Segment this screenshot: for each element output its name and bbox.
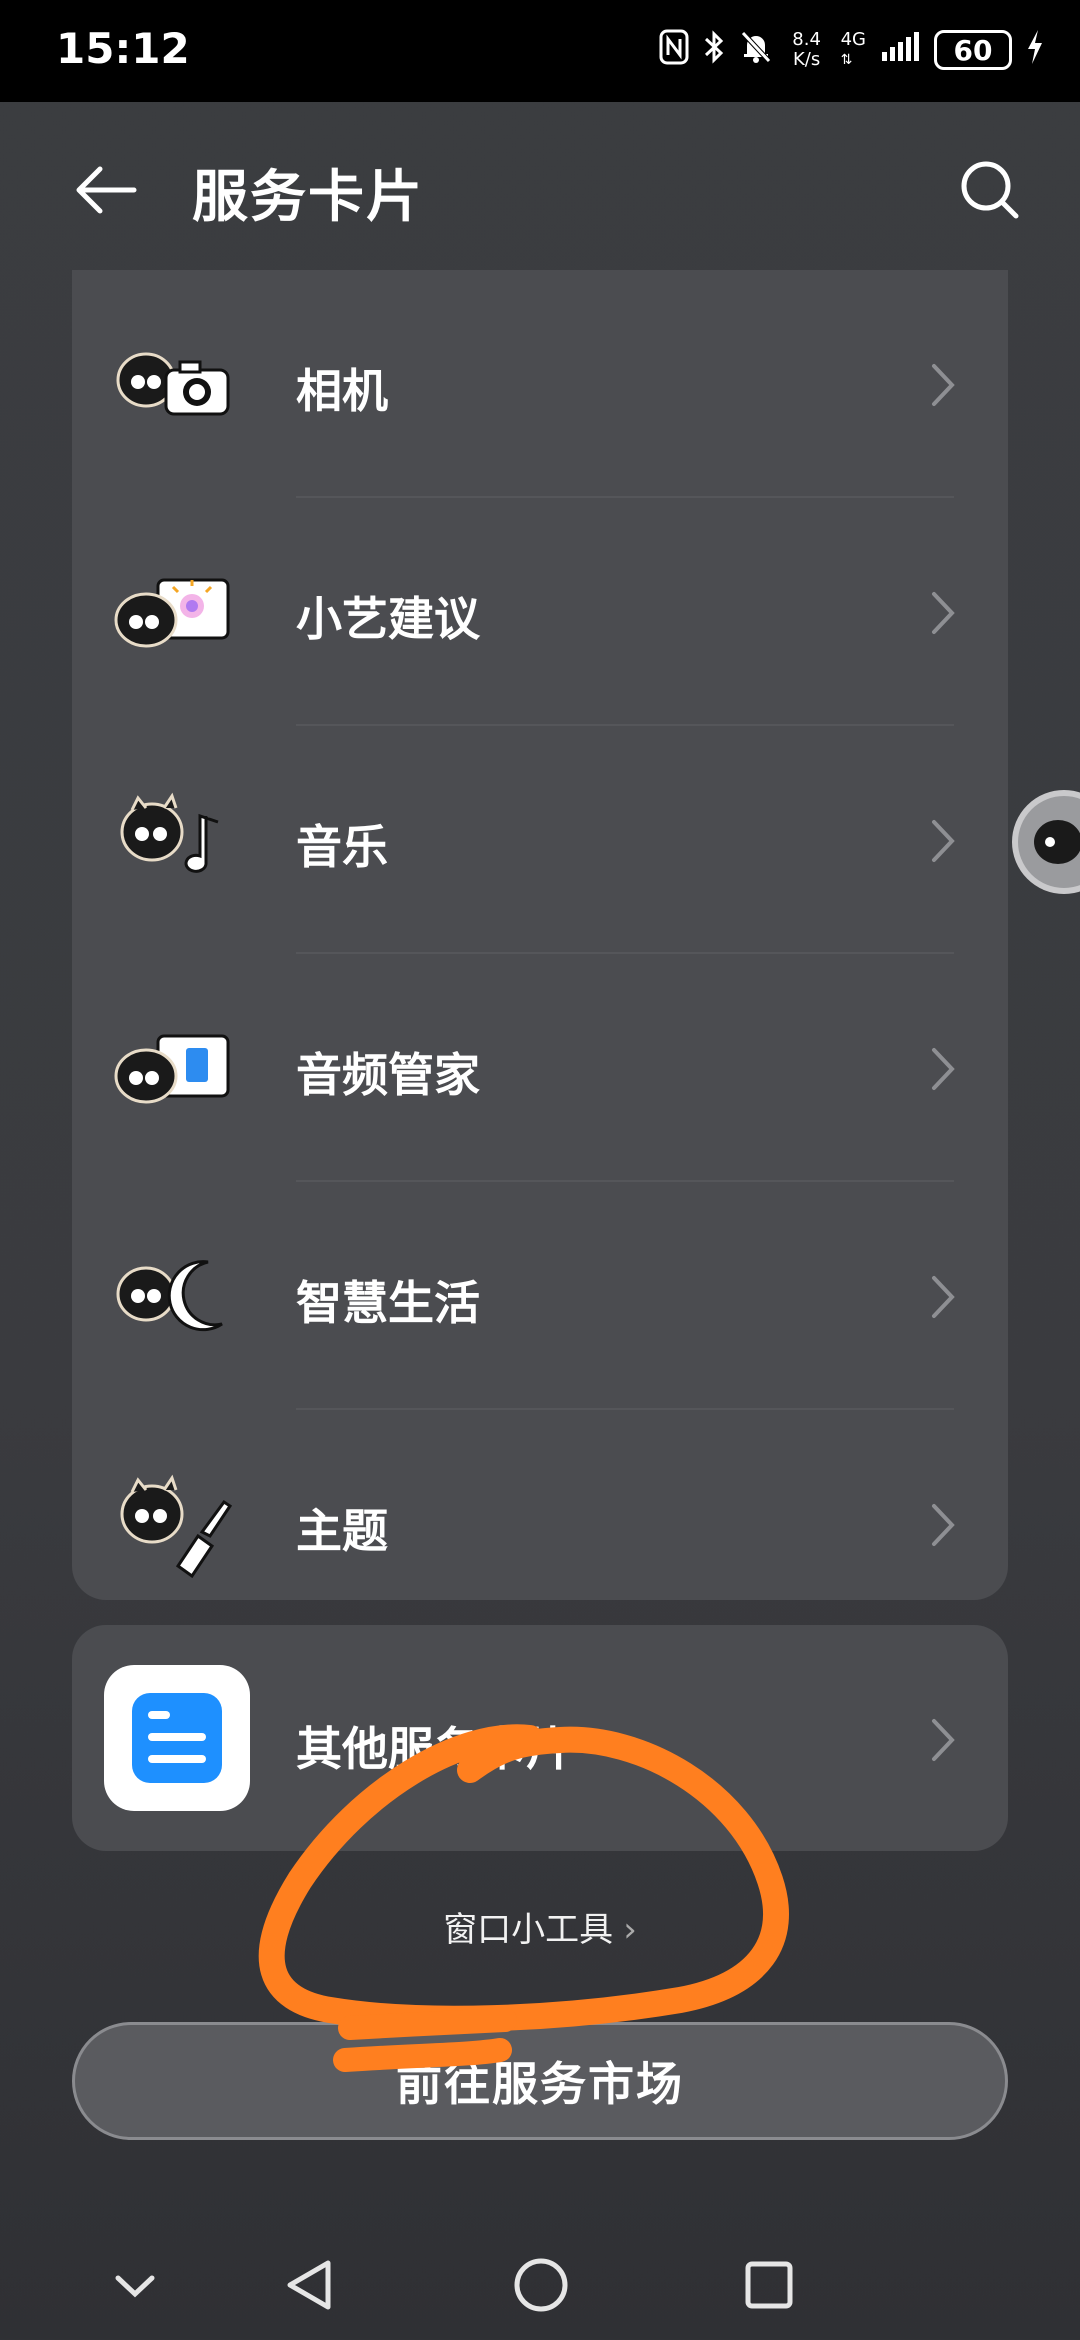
assistant-avatar-icon bbox=[1034, 820, 1080, 864]
status-icons: 8.4 K/s 4G ⇅ 60 bbox=[659, 22, 1044, 78]
floating-assistant-ball[interactable] bbox=[1012, 790, 1080, 894]
item-label: 音乐 bbox=[296, 820, 388, 874]
list-item-theme[interactable]: 主题 bbox=[72, 1410, 1008, 1638]
widget-link-label: 窗口小工具 bbox=[443, 1910, 614, 1950]
widget-tools-link[interactable]: 窗口小工具 › bbox=[0, 1902, 1080, 1951]
square-recents-icon bbox=[745, 2261, 793, 2309]
list-item-smart-life[interactable]: 智慧生活 bbox=[72, 1182, 1008, 1410]
item-label: 小艺建议 bbox=[296, 592, 480, 646]
signal-icon bbox=[880, 32, 920, 68]
other-service-cards[interactable]: 其他服务卡片 bbox=[72, 1625, 1008, 1851]
navigation-bar bbox=[0, 2210, 1080, 2340]
camera-icon bbox=[108, 330, 238, 440]
list-item-camera[interactable]: 相机 bbox=[72, 270, 1008, 498]
bluetooth-icon bbox=[703, 29, 725, 71]
circle-home-icon bbox=[514, 2258, 568, 2312]
document-app-icon bbox=[104, 1665, 250, 1811]
nav-home-button[interactable] bbox=[506, 2250, 576, 2320]
music-icon bbox=[108, 786, 238, 896]
search-button[interactable] bbox=[948, 148, 1032, 232]
chevron-right-icon bbox=[932, 1276, 955, 1318]
status-bar: 15:12 8.4 K/s 4G ⇅ 60 bbox=[0, 0, 1080, 102]
net-speed: 8.4 K/s bbox=[792, 29, 821, 70]
go-to-service-market-button[interactable]: 前往服务市场 bbox=[72, 2022, 1008, 2140]
search-icon bbox=[961, 161, 1019, 219]
item-label: 音频管家 bbox=[296, 1048, 480, 1102]
nav-recents-button[interactable] bbox=[734, 2250, 804, 2320]
list-item-audio-manager[interactable]: 音频管家 bbox=[72, 954, 1008, 1182]
chevron-right-icon bbox=[932, 1719, 955, 1761]
charging-icon bbox=[1026, 30, 1044, 70]
nav-collapse-button[interactable] bbox=[100, 2250, 170, 2320]
chevron-right-icon bbox=[932, 820, 955, 862]
battery-level: 60 bbox=[934, 30, 1012, 70]
back-button[interactable] bbox=[66, 150, 146, 230]
smart-life-icon bbox=[108, 1242, 238, 1352]
page-title: 服务卡片 bbox=[192, 165, 424, 230]
nfc-icon bbox=[659, 29, 689, 71]
item-label: 相机 bbox=[296, 364, 388, 418]
item-label: 其他服务卡片 bbox=[296, 1722, 572, 1776]
status-time: 15:12 bbox=[56, 24, 190, 73]
chevron-right-icon bbox=[932, 364, 955, 406]
mute-bell-icon bbox=[739, 29, 773, 71]
triangle-back-icon bbox=[287, 2260, 331, 2310]
chevron-right-icon bbox=[932, 1504, 955, 1546]
item-label: 主题 bbox=[296, 1504, 388, 1558]
chevron-right-icon bbox=[932, 1048, 955, 1090]
nav-back-button[interactable] bbox=[274, 2250, 344, 2320]
item-label: 智慧生活 bbox=[296, 1276, 480, 1330]
xiaoyi-suggestion-icon bbox=[108, 558, 238, 668]
back-arrow-icon bbox=[76, 166, 137, 214]
service-card-list: 相机 小艺建议 音乐 音频管家 智慧生活 主题 bbox=[72, 270, 1008, 1600]
app-bar: 服务卡片 bbox=[0, 102, 1080, 272]
network-type: 4G ⇅ bbox=[840, 29, 866, 69]
chevron-down-icon bbox=[115, 2275, 155, 2298]
list-item-music[interactable]: 音乐 bbox=[72, 726, 1008, 954]
list-item-other-cards[interactable]: 其他服务卡片 bbox=[72, 1625, 1008, 1851]
theme-icon bbox=[108, 1470, 238, 1580]
chevron-right-icon bbox=[932, 592, 955, 634]
list-item-xiaoyi-suggestion[interactable]: 小艺建议 bbox=[72, 498, 1008, 726]
chevron-right-icon: › bbox=[623, 1910, 637, 1950]
audio-manager-icon bbox=[108, 1014, 238, 1124]
